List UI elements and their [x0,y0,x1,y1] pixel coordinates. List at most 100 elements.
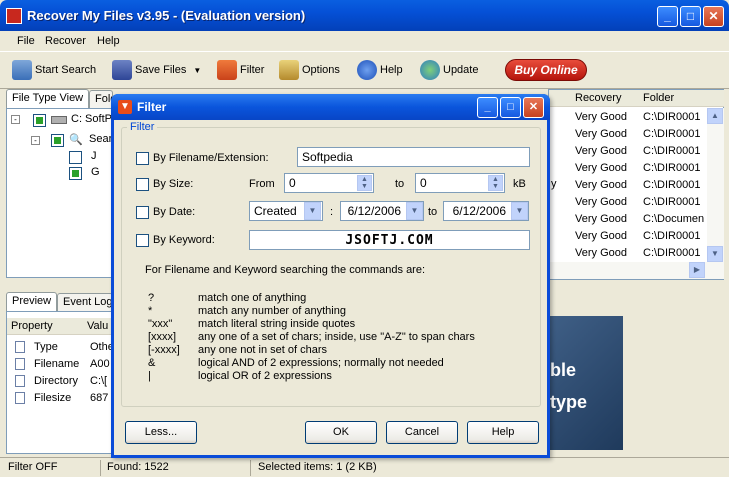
options-label: Options [302,64,340,76]
status-filter: Filter OFF [8,461,58,473]
item-checkbox[interactable] [69,151,82,164]
tab-folder[interactable]: Folder [89,90,113,109]
horizontal-scrollbar[interactable]: ▶ [549,262,724,279]
column-header-folder[interactable]: Folder [639,90,724,107]
maximize-button[interactable]: □ [680,6,701,27]
tab-preview[interactable]: Preview [6,292,58,313]
filter-button[interactable]: Filter [217,58,264,82]
item-checkbox-checked[interactable] [69,167,82,180]
dialog-minimize-button[interactable]: _ [477,97,498,118]
date-colon: : [330,206,334,218]
results-list: Recovery Folder Very Good C:\DIR0001 Ver… [548,89,724,280]
help-button[interactable]: Help [357,58,403,82]
recovery-cell: Very Good [575,213,627,225]
property-column-header[interactable]: Property [7,318,83,335]
magnifier-icon: 🔍 [69,134,83,146]
property-row[interactable]: Directory C:\[ [7,373,113,390]
start-search-button[interactable]: Start Search [12,58,96,82]
save-files-button[interactable]: Save Files ▼ [112,58,201,82]
recovery-cell: Very Good [575,196,627,208]
truncated-cell: y [551,178,557,190]
toolbar: Start Search Save Files ▼ Filter Options… [0,52,729,89]
dialog-maximize-button[interactable]: □ [500,97,521,118]
table-row[interactable]: Very Good C:\DIR0001 [549,109,707,126]
table-row[interactable]: Very Good C:\DIR0001 [549,160,707,177]
buy-online-button[interactable]: Buy Online [505,59,587,81]
tree-item1-label: J [91,150,97,162]
floppy-icon [112,60,132,80]
options-icon [279,60,299,80]
size-checkbox[interactable] [136,178,149,191]
close-button[interactable]: ✕ [703,6,724,27]
size-to-spinner[interactable]: ▲ ▼ [488,175,503,191]
preview-text-2: type [550,392,588,412]
folder-cell: C:\DIR0001 [643,111,701,123]
date-to-label: to [428,206,438,218]
table-row[interactable]: Very Good C:\DIR0001 [549,143,707,160]
recovery-cell: Very Good [575,247,627,259]
update-button[interactable]: Update [420,58,478,82]
table-row[interactable]: Very Good C:\DIR0001 [549,245,707,262]
property-row[interactable]: Filesize 687 [7,390,113,407]
collapse-icon[interactable]: - [11,115,20,124]
table-row[interactable]: Very Good C:\Documen [549,211,707,228]
ok-button[interactable]: OK [305,421,377,444]
menu-file[interactable]: File [17,35,35,47]
recovery-cell: Very Good [575,145,627,157]
help-label: Help [380,64,403,76]
chevron-down-icon[interactable]: ▼ [193,66,201,75]
command-symbol: & [148,357,156,369]
menu-help[interactable]: Help [97,35,120,47]
tab-file-type-view[interactable]: File Type View [6,89,90,110]
dialog-close-button[interactable]: ✕ [523,97,544,118]
value-column-header[interactable]: Valu [83,318,113,335]
property-row[interactable]: Filename A00 [7,356,113,373]
document-icon [15,392,25,404]
filename-checkbox[interactable] [136,152,149,165]
funnel-icon [217,60,237,80]
vertical-scrollbar[interactable]: ▲ ▼ [707,108,724,262]
folder-cell: C:\DIR0001 [643,145,701,157]
filter-label: Filter [240,64,265,76]
property-row[interactable]: Type Othe [7,339,113,356]
size-to-label: to [395,178,405,190]
date-checkbox[interactable] [136,206,149,219]
table-row[interactable]: Very Good C:\DIR0001 [549,194,707,211]
options-button[interactable]: Options [279,58,340,82]
folder-cell: C:\Documen [643,213,705,225]
column-header-recovery[interactable]: Recovery [571,90,639,107]
chevron-down-icon[interactable]: ▼ [406,202,423,220]
filename-input[interactable]: Softpedia [297,147,530,167]
scroll-up-icon[interactable]: ▲ [707,108,723,124]
window-title: Recover My Files v3.95 - (Evaluation ver… [27,8,306,23]
scroll-down-icon[interactable]: ▼ [707,246,723,262]
table-row[interactable]: Very Good C:\DIR0001 [549,126,707,143]
command-symbol: | [148,370,151,382]
less-button[interactable]: Less... [125,421,197,444]
chevron-down-icon[interactable]: ▼ [304,202,321,220]
table-row[interactable]: Very Good C:\DIR0001 [549,177,707,194]
table-row[interactable]: Very Good C:\DIR0001 [549,228,707,245]
keyword-input[interactable]: JSOFTJ.COM [249,230,530,250]
property-value: C:\[ [90,375,108,387]
property-name: Filesize [34,392,72,404]
column-header[interactable] [549,90,571,107]
keyword-checkbox[interactable] [136,234,149,247]
scroll-right-icon[interactable]: ▶ [689,262,705,278]
property-value: Othe [90,341,112,353]
search-checkbox[interactable] [51,134,64,147]
recovery-cell: Very Good [575,128,627,140]
minimize-button[interactable]: _ [657,6,678,27]
drive-checkbox[interactable] [33,114,46,127]
collapse-icon[interactable]: - [31,136,40,145]
filter-group-label: Filter [127,121,158,133]
keyword-label: By Keyword: [153,234,215,246]
chevron-down-icon[interactable]: ▼ [511,202,528,220]
menu-recover[interactable]: Recover [45,35,86,47]
tab-event-log[interactable]: Event Log [57,293,113,312]
size-from-spinner[interactable]: ▲ ▼ [357,175,372,191]
folder-cell: C:\DIR0001 [643,247,701,259]
cancel-button[interactable]: Cancel [386,421,458,444]
help-dialog-button[interactable]: Help [467,421,539,444]
property-value: 687 [90,392,109,404]
